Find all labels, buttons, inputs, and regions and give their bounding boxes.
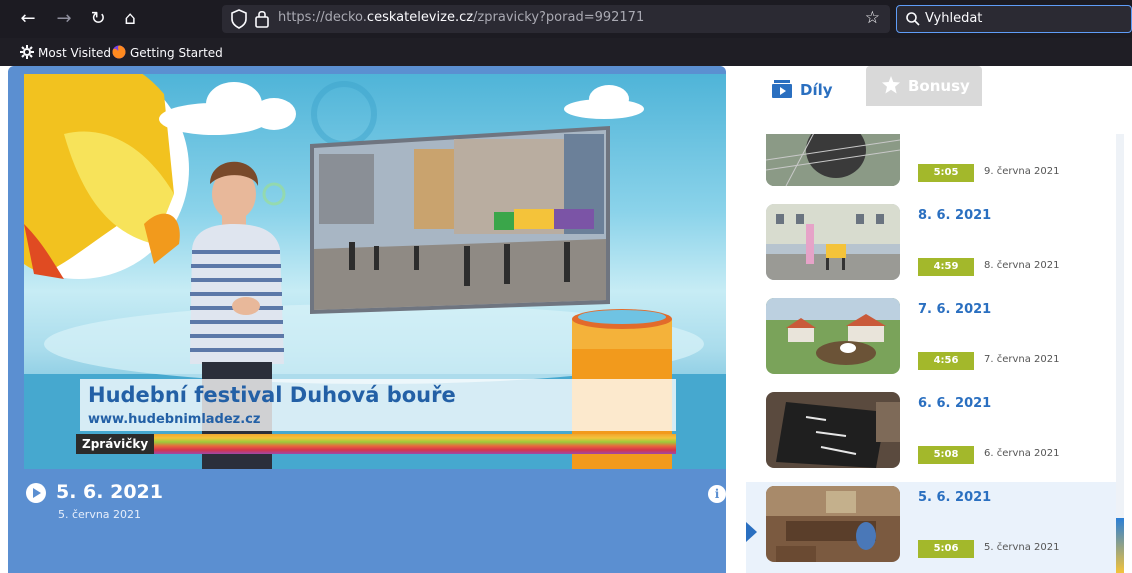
forward-icon[interactable]: →	[52, 7, 76, 31]
search-placeholder: Vyhledat	[925, 11, 983, 26]
tab-dily-label: Díly	[800, 81, 833, 99]
page-content: Hudební festival Duhová bouře www.hudebn…	[0, 66, 1132, 573]
duration-badge: 4:59	[918, 258, 974, 276]
episode-item-title: 6. 6. 2021	[918, 396, 992, 411]
duration-badge: 5:05	[918, 164, 974, 182]
episode-item-date: 7. června 2021	[984, 354, 1060, 365]
home-icon[interactable]: ⌂	[118, 7, 142, 31]
play-icon[interactable]	[26, 483, 46, 503]
list-item[interactable]: 5:05 9. června 2021	[746, 134, 1116, 200]
url-text[interactable]: https://decko.ceskatelevize.cz/zpravicky…	[278, 10, 644, 25]
tab-bonusy-label: Bonusy	[908, 77, 970, 95]
episode-thumbnail	[766, 486, 900, 562]
video-player: Hudební festival Duhová bouře www.hudebn…	[8, 66, 726, 573]
bookmark-label: Getting Started	[130, 46, 223, 60]
url-prefix: https://decko.	[278, 10, 367, 25]
rainbow-band	[76, 434, 676, 454]
episode-item-date: 5. června 2021	[984, 542, 1060, 553]
bookmark-star-icon[interactable]: ☆	[865, 8, 880, 28]
scrollbar-thumb[interactable]	[1116, 518, 1124, 573]
lower-third: Hudební festival Duhová bouře www.hudebn…	[80, 379, 676, 431]
episode-title: 5. 6. 2021	[56, 481, 163, 503]
list-item[interactable]: 7. 6. 2021 4:56 7. června 2021	[746, 294, 1116, 388]
video-frame[interactable]: Hudební festival Duhová bouře www.hudebn…	[24, 74, 726, 469]
episode-thumbnail	[766, 134, 900, 186]
lock-icon	[255, 10, 269, 28]
lower-third-tag: Zprávičky	[76, 434, 155, 454]
tab-bonusy-inner: Bonusy	[882, 66, 970, 106]
bookmarks-toolbar: Most Visited Getting Started	[0, 38, 1132, 66]
bookmark-label: Most Visited	[38, 46, 112, 60]
episode-item-title: 7. 6. 2021	[918, 302, 992, 317]
episode-item-date: 9. června 2021	[984, 166, 1060, 177]
search-icon	[906, 12, 920, 26]
firefox-icon	[112, 45, 126, 59]
duration-badge: 5:08	[918, 446, 974, 464]
lower-third-url: www.hudebnimladez.cz	[88, 412, 261, 427]
list-item[interactable]: 8. 6. 2021 4:59 8. června 2021	[746, 200, 1116, 294]
active-indicator-icon	[746, 522, 757, 542]
bookmark-most-visited[interactable]: Most Visited	[20, 44, 111, 62]
navigation-bar: ← → ↻ ⌂ https://decko.ceskatelevize.cz/z…	[0, 0, 1132, 38]
list-item-active[interactable]: 5. 6. 2021 5:06 5. června 2021	[746, 482, 1116, 573]
episode-item-date: 6. června 2021	[984, 448, 1060, 459]
episode-list[interactable]: 5:05 9. června 2021 8. 6. 2021 4:59 8. č…	[746, 134, 1132, 573]
tab-dily[interactable]: Díly	[772, 74, 833, 106]
bookmark-getting-started[interactable]: Getting Started	[112, 44, 223, 62]
star-icon	[882, 76, 900, 94]
episode-thumbnail	[766, 298, 900, 374]
back-icon[interactable]: ←	[16, 7, 40, 31]
episode-thumbnail	[766, 392, 900, 468]
url-domain: ceskatelevize.cz	[366, 10, 474, 25]
gear-icon	[20, 45, 34, 59]
duration-badge: 5:06	[918, 540, 974, 558]
playlist-icon	[772, 80, 792, 98]
tab-bonusy[interactable]: Bonusy	[866, 66, 982, 106]
scrollbar-track[interactable]	[1116, 134, 1124, 573]
reload-icon[interactable]: ↻	[86, 7, 110, 31]
episode-item-title: 8. 6. 2021	[918, 208, 992, 223]
duration-badge: 4:56	[918, 352, 974, 370]
search-input[interactable]: Vyhledat	[896, 5, 1132, 33]
shield-icon	[231, 9, 247, 29]
url-path: /zpravicky?porad=992171	[473, 10, 645, 25]
info-icon[interactable]: i	[708, 485, 726, 503]
lower-third-title: Hudební festival Duhová bouře	[88, 383, 456, 407]
episode-date: 5. června 2021	[58, 508, 142, 521]
episode-thumbnail	[766, 204, 900, 280]
list-item[interactable]: 6. 6. 2021 5:08 6. června 2021	[746, 388, 1116, 482]
episode-item-title: 5. 6. 2021	[918, 490, 992, 505]
episode-item-date: 8. června 2021	[984, 260, 1060, 271]
browser-chrome: ← → ↻ ⌂ https://decko.ceskatelevize.cz/z…	[0, 0, 1132, 66]
url-bar[interactable]: https://decko.ceskatelevize.cz/zpravicky…	[222, 5, 890, 33]
